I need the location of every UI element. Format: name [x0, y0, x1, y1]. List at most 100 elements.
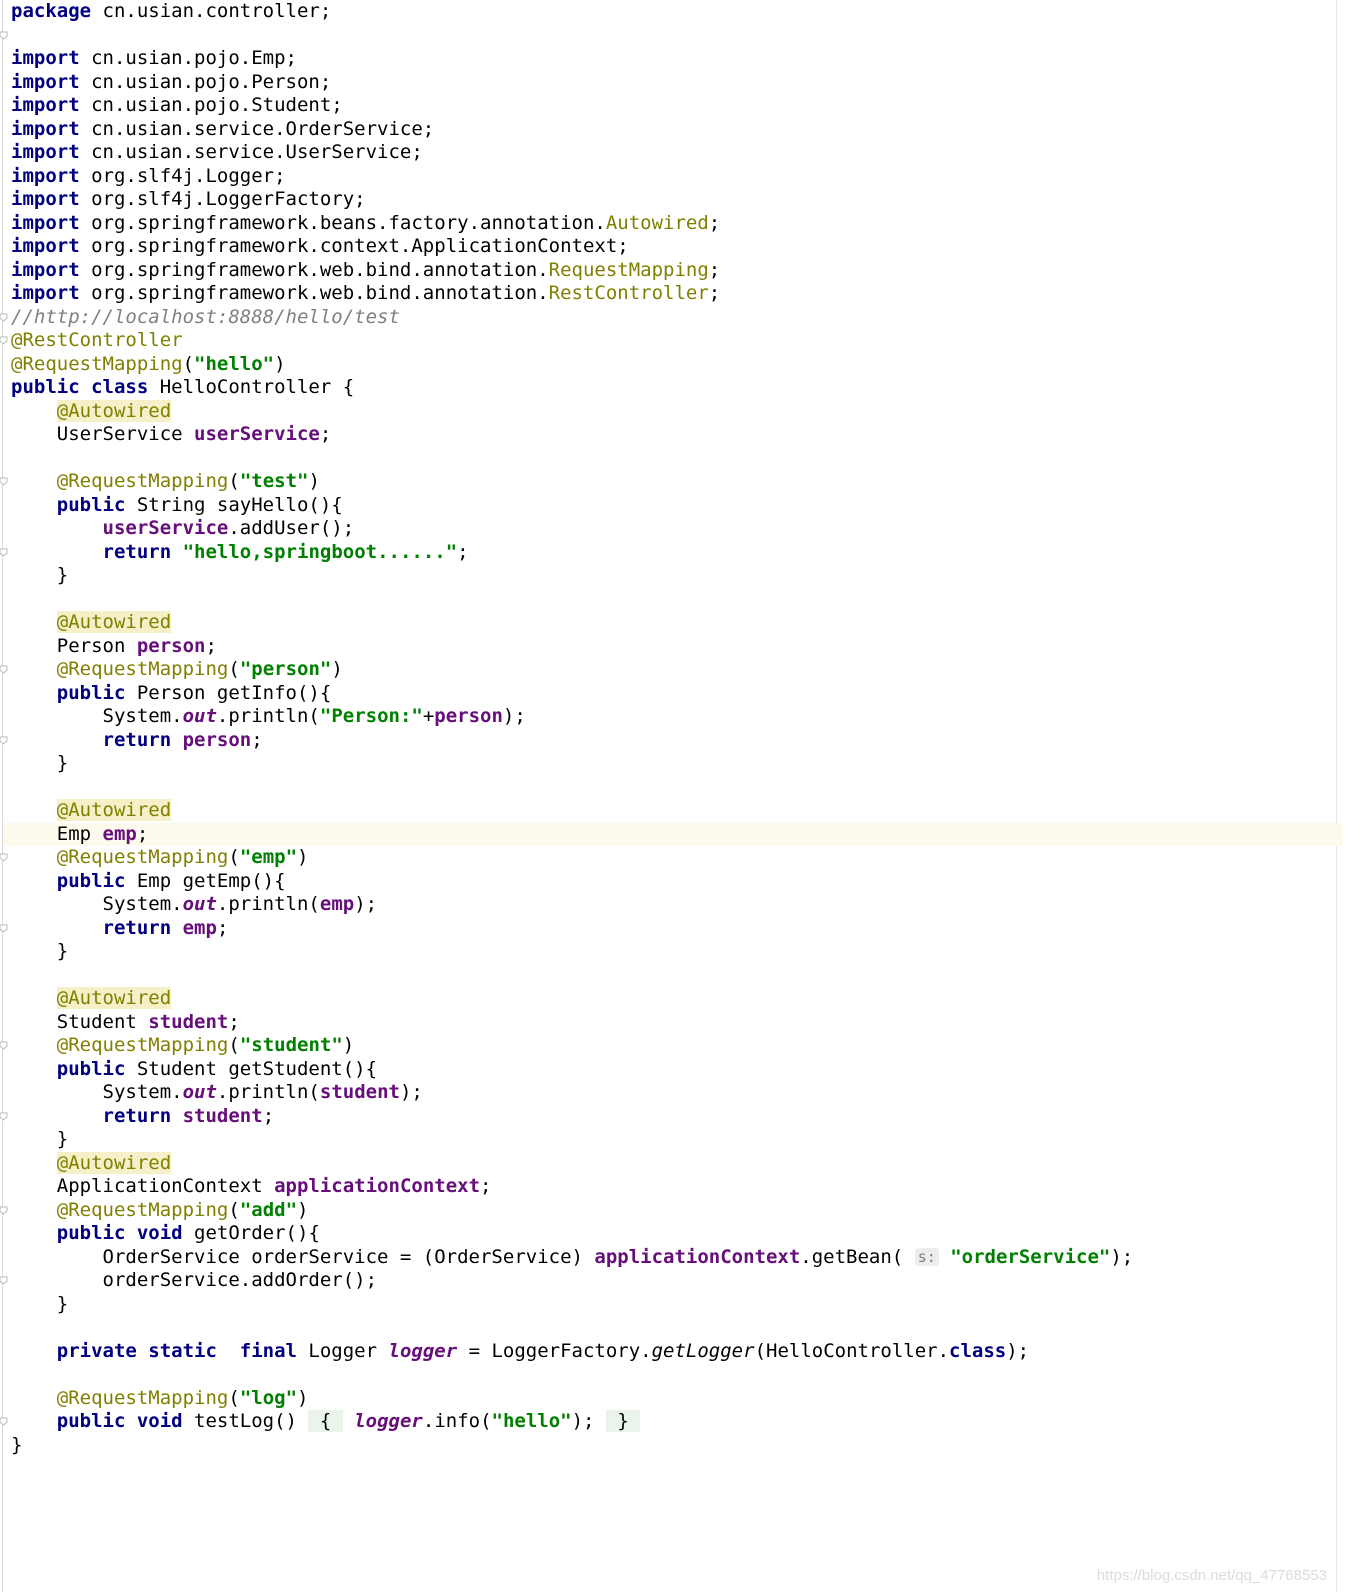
code-line-45[interactable]: @RequestMapping("student")	[11, 1034, 1331, 1058]
code-line-13[interactable]: import org.springframework.web.bind.anno…	[11, 282, 1331, 306]
code-line-28[interactable]: Person person;	[11, 635, 1331, 659]
code-line-40[interactable]: return emp;	[11, 917, 1331, 941]
code-line-62[interactable]: }	[11, 1434, 1331, 1458]
code-line-42[interactable]	[11, 964, 1331, 988]
code-line-4[interactable]: import cn.usian.pojo.Person;	[11, 71, 1331, 95]
code-line-60[interactable]: @RequestMapping("log")	[11, 1387, 1331, 1411]
code-token: @RequestMapping	[11, 352, 183, 375]
code-line-54[interactable]: OrderService orderService = (OrderServic…	[11, 1246, 1331, 1270]
code-editor[interactable]: package cn.usian.controller; import cn.us…	[0, 0, 1355, 1592]
code-line-9[interactable]: import org.slf4j.LoggerFactory;	[11, 188, 1331, 212]
code-line-37[interactable]: @RequestMapping("emp")	[11, 846, 1331, 870]
fold-marker-icon[interactable]	[0, 31, 8, 40]
code-line-18[interactable]: @Autowired	[11, 399, 1331, 424]
code-token: "hello"	[194, 352, 275, 375]
code-token: System.	[11, 1081, 183, 1103]
code-line-41[interactable]: }	[11, 940, 1331, 964]
fold-marker-icon[interactable]	[0, 1112, 8, 1121]
code-line-6[interactable]: import cn.usian.service.OrderService;	[11, 118, 1331, 142]
code-line-3[interactable]: import cn.usian.pojo.Emp;	[11, 47, 1331, 71]
code-line-44[interactable]: Student student;	[11, 1011, 1331, 1035]
code-line-20[interactable]	[11, 447, 1331, 471]
code-line-51[interactable]: ApplicationContext applicationContext;	[11, 1175, 1331, 1199]
code-line-27[interactable]: @Autowired	[11, 611, 1331, 635]
fold-marker-icon[interactable]	[0, 853, 8, 862]
code-line-34[interactable]	[11, 776, 1331, 800]
code-line-39[interactable]: System.out.println(emp);	[11, 893, 1331, 917]
fold-marker-icon[interactable]	[0, 1276, 8, 1285]
code-token: )	[274, 352, 286, 375]
code-line-47[interactable]: System.out.println(student);	[11, 1081, 1331, 1105]
code-line-10[interactable]: import org.springframework.beans.factory…	[11, 212, 1331, 236]
fold-marker-icon[interactable]	[0, 1206, 8, 1215]
code-line-38[interactable]: public Emp getEmp(){	[11, 870, 1331, 894]
code-token: cn.usian.pojo.Student;	[79, 94, 343, 116]
code-line-15[interactable]: @RestController	[11, 329, 1331, 353]
code-line-56[interactable]: }	[11, 1293, 1331, 1317]
code-token: public	[56, 493, 126, 516]
fold-marker-icon[interactable]	[0, 548, 8, 557]
code-line-31[interactable]: System.out.println("Person:"+person);	[11, 705, 1331, 729]
code-token: import	[11, 70, 80, 93]
code-line-33[interactable]: }	[11, 752, 1331, 776]
code-line-32[interactable]: return person;	[11, 729, 1331, 753]
code-area[interactable]: package cn.usian.controller; import cn.us…	[3, 0, 1343, 1458]
fold-marker-icon[interactable]	[0, 924, 8, 933]
code-line-49[interactable]: }	[11, 1128, 1331, 1152]
code-line-25[interactable]: }	[11, 564, 1331, 588]
code-token: .getBean(	[800, 1245, 915, 1268]
code-line-30[interactable]: public Person getInfo(){	[11, 682, 1331, 706]
code-line-43[interactable]: @Autowired	[11, 987, 1331, 1011]
code-line-2[interactable]	[11, 24, 1331, 48]
code-line-8[interactable]: import org.slf4j.Logger;	[11, 165, 1331, 189]
code-line-26[interactable]	[11, 588, 1331, 612]
code-line-58[interactable]: private static final Logger logger = Log…	[11, 1340, 1331, 1364]
code-token: @RequestMapping	[56, 470, 229, 492]
fold-marker-icon[interactable]	[0, 665, 8, 674]
code-line-11[interactable]: import org.springframework.context.Appli…	[11, 235, 1331, 259]
fold-marker-icon[interactable]	[0, 1041, 8, 1050]
code-token: public	[56, 681, 126, 704]
code-line-57[interactable]	[11, 1316, 1331, 1340]
fold-marker-icon[interactable]	[0, 1417, 8, 1426]
code-line-35[interactable]: @Autowired	[11, 799, 1331, 823]
code-line-55[interactable]: orderService.addOrder();	[11, 1269, 1331, 1293]
code-line-16[interactable]: @RequestMapping("hello")	[11, 353, 1331, 377]
fold-marker-icon[interactable]	[0, 477, 8, 486]
code-token: @RequestMapping	[56, 1198, 229, 1221]
code-line-29[interactable]: @RequestMapping("person")	[11, 658, 1331, 682]
code-token: {	[308, 1410, 343, 1432]
code-line-50[interactable]: @Autowired	[11, 1151, 1331, 1176]
code-line-59[interactable]	[11, 1363, 1331, 1387]
code-line-24[interactable]: return "hello,springboot......";	[11, 541, 1331, 565]
fold-marker-icon[interactable]	[0, 313, 8, 322]
code-line-12[interactable]: import org.springframework.web.bind.anno…	[11, 259, 1331, 283]
code-line-52[interactable]: @RequestMapping("add")	[11, 1199, 1331, 1223]
code-token: import	[11, 188, 80, 210]
code-line-22[interactable]: public String sayHello(){	[11, 494, 1331, 518]
fold-marker-icon[interactable]	[0, 736, 8, 745]
code-line-19[interactable]: UserService userService;	[11, 423, 1331, 447]
code-token: ;	[319, 423, 332, 445]
code-line-5[interactable]: import cn.usian.pojo.Student;	[11, 94, 1331, 118]
code-line-61[interactable]: public void testLog() { logger.info("hel…	[11, 1410, 1331, 1434]
code-token: ;	[457, 540, 469, 563]
code-token: System.	[11, 705, 183, 727]
code-line-1[interactable]: package cn.usian.controller;	[11, 0, 1331, 24]
code-line-14[interactable]: //http://localhost:8888/hello/test	[11, 306, 1331, 330]
code-line-21[interactable]: @RequestMapping("test")	[11, 470, 1331, 494]
code-line-46[interactable]: public Student getStudent(){	[11, 1058, 1331, 1082]
code-line-36[interactable]: Emp emp;	[3, 822, 1343, 846]
code-token: }	[11, 940, 69, 962]
code-line-23[interactable]: userService.addUser();	[11, 517, 1331, 541]
code-line-48[interactable]: return student;	[11, 1105, 1331, 1129]
code-line-53[interactable]: public void getOrder(){	[11, 1222, 1331, 1246]
code-line-17[interactable]: public class HelloController {	[11, 376, 1331, 400]
code-line-7[interactable]: import cn.usian.service.UserService;	[11, 141, 1331, 165]
fold-marker-icon[interactable]	[0, 336, 8, 345]
